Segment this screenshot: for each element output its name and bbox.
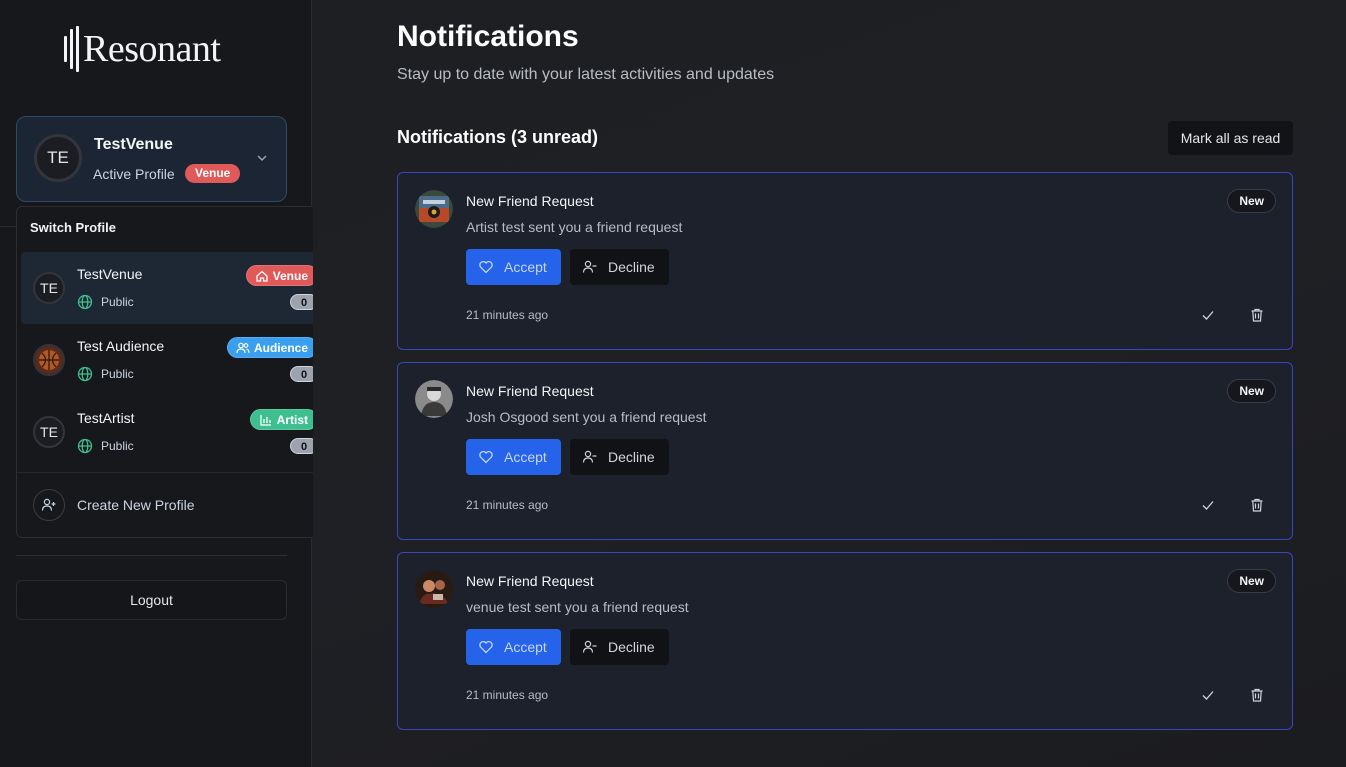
create-profile-label: Create New Profile — [77, 497, 195, 513]
notification-message: venue test sent you a friend request — [466, 599, 689, 615]
trash-icon[interactable] — [1249, 687, 1265, 703]
divider — [0, 226, 16, 227]
resonant-logo[interactable]: Resonant — [64, 26, 221, 72]
avatar — [415, 380, 453, 418]
notification-title: New Friend Request — [466, 383, 594, 399]
notification-message: Josh Osgood sent you a friend request — [466, 409, 707, 425]
profile-switcher-dropdown: Switch Profile TE TestVenue Public Venue… — [16, 206, 336, 538]
accept-label: Accept — [504, 449, 547, 465]
notification-card: New Friend Request Josh Osgood sent you … — [397, 362, 1293, 540]
globe-icon — [77, 294, 93, 310]
switcher-item-testvenue[interactable]: TE TestVenue Public Venue 0 — [21, 252, 331, 324]
venue-badge: Venue — [185, 164, 241, 183]
decline-button[interactable]: Decline — [570, 439, 669, 475]
badge-label: Artist — [276, 412, 308, 427]
accept-label: Accept — [504, 639, 547, 655]
active-profile-name: TestVenue — [94, 136, 173, 153]
avatar: TE — [33, 272, 65, 304]
visibility-label: Public — [101, 367, 134, 381]
notification-time: 21 minutes ago — [466, 308, 549, 322]
decline-label: Decline — [608, 639, 655, 655]
decline-label: Decline — [608, 259, 655, 275]
logout-button[interactable]: Logout — [16, 580, 287, 620]
notification-card: New Friend Request Artist test sent you … — [397, 172, 1293, 350]
user-minus-icon — [582, 450, 597, 463]
venue-badge: Venue — [245, 265, 318, 286]
user-minus-icon — [582, 640, 597, 653]
accept-label: Accept — [504, 259, 547, 275]
brand-name: Resonant — [83, 28, 221, 70]
home-icon — [255, 270, 268, 282]
artist-badge: Artist — [249, 409, 318, 430]
avatar: TE — [34, 134, 82, 182]
profile-name: TestArtist — [77, 410, 135, 426]
main-content: Notifications Stay up to date with your … — [313, 0, 1346, 767]
globe-icon — [77, 438, 93, 454]
check-icon[interactable] — [1200, 687, 1216, 703]
bar-chart-icon — [260, 414, 271, 426]
new-badge: New — [1227, 569, 1276, 593]
user-minus-icon — [582, 260, 597, 273]
profile-name: Test Audience — [77, 338, 165, 354]
notification-title: New Friend Request — [466, 193, 594, 209]
notification-message: Artist test sent you a friend request — [466, 219, 683, 235]
check-icon[interactable] — [1200, 307, 1216, 323]
accept-button[interactable]: Accept — [466, 249, 561, 285]
accept-button[interactable]: Accept — [466, 439, 561, 475]
notification-time: 21 minutes ago — [466, 688, 549, 702]
notification-title: New Friend Request — [466, 573, 594, 589]
visibility-label: Public — [101, 439, 134, 453]
decline-button[interactable]: Decline — [570, 249, 669, 285]
chevron-down-icon[interactable] — [255, 151, 269, 165]
badge-label: Audience — [253, 340, 308, 355]
create-new-profile-button[interactable]: Create New Profile — [33, 489, 195, 521]
switcher-item-testartist[interactable]: TE TestArtist Public Artist 0 — [21, 396, 331, 468]
divider — [16, 555, 287, 556]
avatar — [33, 344, 65, 376]
check-icon[interactable] — [1200, 497, 1216, 513]
heart-icon — [479, 260, 493, 274]
avatar — [415, 570, 453, 608]
page-subtitle: Stay up to date with your latest activit… — [397, 66, 775, 83]
sidebar: Resonant TE TestVenue Active Profile Ven… — [0, 0, 336, 767]
audience-badge: Audience — [226, 337, 318, 358]
decline-label: Decline — [608, 449, 655, 465]
user-plus-icon — [33, 489, 65, 521]
new-badge: New — [1227, 189, 1276, 213]
switcher-title: Switch Profile — [30, 220, 116, 235]
new-badge: New — [1227, 379, 1276, 403]
decline-button[interactable]: Decline — [570, 629, 669, 665]
badge-label: Venue — [272, 268, 308, 283]
notification-card: New Friend Request venue test sent you a… — [397, 552, 1293, 730]
divider — [17, 472, 335, 473]
avatar — [415, 190, 453, 228]
page-title: Notifications — [397, 20, 579, 53]
mark-all-read-button[interactable]: Mark all as read — [1168, 121, 1293, 155]
switcher-item-test-audience[interactable]: Test Audience Public Audience 0 — [21, 324, 331, 396]
notification-time: 21 minutes ago — [466, 498, 549, 512]
section-title: Notifications (3 unread) — [397, 127, 599, 147]
logo-bars-icon — [64, 26, 79, 72]
visibility-label: Public — [101, 295, 134, 309]
profile-name: TestVenue — [77, 266, 143, 282]
globe-icon — [77, 366, 93, 382]
avatar: TE — [33, 416, 65, 448]
users-icon — [236, 342, 250, 353]
accept-button[interactable]: Accept — [466, 629, 561, 665]
active-profile-label: Active Profile — [93, 166, 175, 182]
trash-icon[interactable] — [1249, 497, 1265, 513]
heart-icon — [479, 450, 493, 464]
active-profile-card[interactable]: TE TestVenue Active Profile Venue — [16, 116, 287, 202]
heart-icon — [479, 640, 493, 654]
trash-icon[interactable] — [1249, 307, 1265, 323]
